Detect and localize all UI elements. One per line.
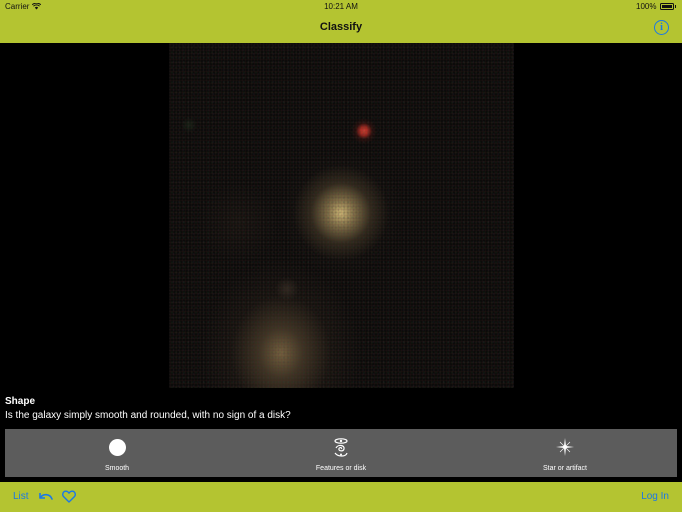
answer-label: Smooth [104, 465, 130, 472]
status-time: 10:21 AM [324, 2, 358, 11]
spiral-galaxy-icon [330, 436, 352, 458]
login-button[interactable]: Log In [641, 491, 669, 502]
smooth-circle-icon [106, 436, 128, 458]
answer-smooth-button[interactable]: Smooth [5, 429, 229, 477]
answer-label: Features or disk [315, 465, 367, 472]
answer-label: Star or artifact [543, 465, 587, 472]
question-text: Is the galaxy simply smooth and rounded,… [5, 410, 291, 421]
page-title: Classify [319, 21, 363, 33]
star-sparkle-icon [554, 436, 576, 458]
battery-icon [659, 3, 674, 10]
undo-icon[interactable] [38, 491, 54, 503]
info-icon[interactable]: i [654, 20, 669, 35]
question-panel: Shape Is the galaxy simply smooth and ro… [5, 395, 677, 423]
battery-indicator: 100% [636, 2, 676, 11]
heart-icon[interactable] [62, 490, 76, 503]
list-button[interactable]: List [13, 491, 29, 502]
bottom-toolbar: List Log In [0, 482, 682, 512]
status-bar: Carrier 10:21 AM 100% [0, 0, 682, 14]
answer-features-button[interactable]: Features or disk [229, 429, 453, 477]
galaxy-image [169, 43, 514, 388]
answer-star-button[interactable]: Star or artifact [453, 429, 677, 477]
navigation-bar: Classify i [0, 14, 682, 43]
battery-percent: 100% [636, 2, 657, 11]
question-title: Shape [5, 396, 36, 407]
answer-options: Smooth Features or disk Star or artifact [5, 429, 677, 477]
